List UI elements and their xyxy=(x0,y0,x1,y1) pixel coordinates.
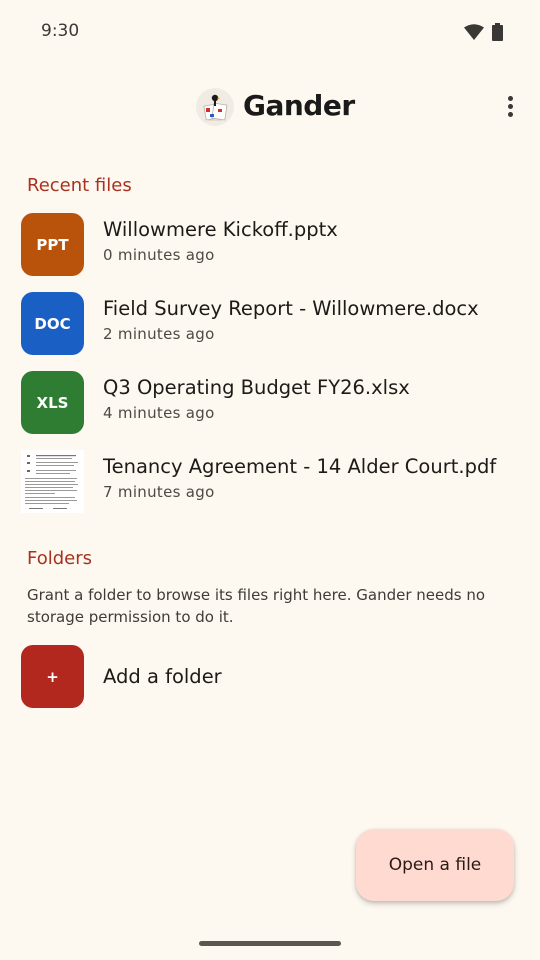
open-file-button[interactable]: Open a file xyxy=(356,829,514,901)
pdf-thumbnail-icon xyxy=(21,450,84,513)
file-name: Field Survey Report - Willowmere.docx xyxy=(103,297,479,320)
file-time: 2 minutes ago xyxy=(103,325,215,343)
screen: 9:30 Gander Recent files PPT Willowmere … xyxy=(0,0,540,960)
file-type-badge: PPT xyxy=(21,213,84,276)
battery-icon xyxy=(492,23,503,41)
gesture-navigation-bar[interactable] xyxy=(199,941,341,946)
app-title: Gander xyxy=(243,89,355,122)
recent-file-item[interactable]: Tenancy Agreement - 14 Alder Court.pdf 7… xyxy=(0,445,540,517)
status-time: 9:30 xyxy=(41,21,80,41)
file-type-badge: DOC xyxy=(21,292,84,355)
gander-logo-icon xyxy=(196,88,234,126)
folders-title: Folders xyxy=(27,548,93,569)
file-name: Willowmere Kickoff.pptx xyxy=(103,218,338,241)
folders-description: Grant a folder to browse its files right… xyxy=(27,586,486,626)
add-folder-plus-icon: + xyxy=(21,645,84,708)
add-folder-button[interactable]: + Add a folder xyxy=(0,641,540,713)
file-name: Q3 Operating Budget FY26.xlsx xyxy=(103,376,410,399)
recent-file-item[interactable]: DOC Field Survey Report - Willowmere.doc… xyxy=(0,287,540,359)
more-vert-icon[interactable] xyxy=(499,92,523,122)
add-folder-label: Add a folder xyxy=(103,665,222,688)
status-bar: 9:30 xyxy=(0,0,540,64)
recent-file-item[interactable]: XLS Q3 Operating Budget FY26.xlsx 4 minu… xyxy=(0,366,540,438)
wifi-icon xyxy=(464,24,484,40)
file-time: 4 minutes ago xyxy=(103,404,215,422)
recent-files-title: Recent files xyxy=(27,175,132,196)
app-header: Gander xyxy=(0,80,540,136)
file-type-badge: XLS xyxy=(21,371,84,434)
file-time: 7 minutes ago xyxy=(103,483,215,501)
file-name: Tenancy Agreement - 14 Alder Court.pdf xyxy=(103,455,497,478)
recent-file-item[interactable]: PPT Willowmere Kickoff.pptx 0 minutes ag… xyxy=(0,208,540,280)
file-time: 0 minutes ago xyxy=(103,246,215,264)
